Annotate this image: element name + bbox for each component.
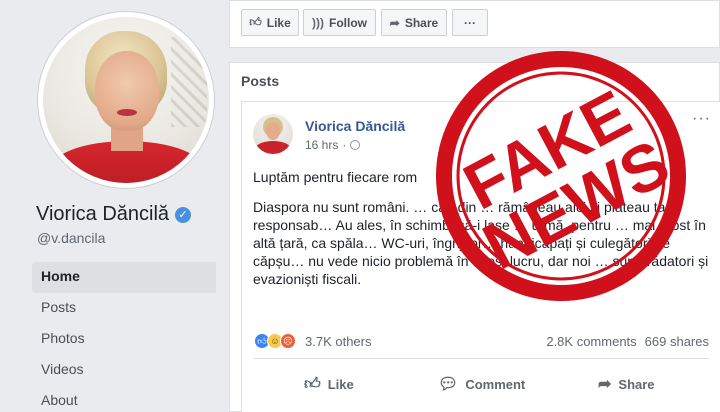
page-action-bar: 👍︎ Like ))) Follow ➦ Share ···: [229, 0, 720, 48]
follow-label: Follow: [329, 15, 367, 30]
page-handle[interactable]: @v.dancila: [37, 230, 105, 246]
post-share-label: Share: [618, 376, 655, 392]
page-share-label: Share: [404, 15, 439, 30]
page-like-button[interactable]: 👍︎ Like: [241, 9, 299, 36]
photo-face: [95, 51, 159, 131]
page-share-button[interactable]: ➦ Share: [381, 9, 447, 36]
nav-item-posts[interactable]: Posts: [32, 293, 216, 324]
nav-item-home[interactable]: Home: [32, 262, 216, 293]
post-like-label: Like: [327, 376, 354, 392]
post-options-button[interactable]: ···: [692, 110, 711, 128]
page-name-text[interactable]: Viorica Dăncilă: [36, 203, 169, 226]
post-comment-label: Comment: [465, 376, 526, 392]
engagement-counts: 2.8K comments 669 shares: [546, 334, 709, 349]
reaction-count[interactable]: 3.7K others: [305, 334, 372, 349]
photo-background-pattern: [171, 37, 207, 127]
profile-picture[interactable]: [38, 12, 214, 188]
avatar-dress: [255, 141, 291, 154]
post-author-avatar[interactable]: [253, 114, 293, 154]
share-arrow-icon: ➦: [598, 376, 612, 393]
photo-lips: [117, 109, 137, 116]
nav-item-photos[interactable]: Photos: [32, 324, 216, 355]
more-options-button[interactable]: ···: [452, 9, 488, 36]
posts-section-title: Posts: [241, 73, 280, 89]
post-paragraph-1: Luptăm pentru fiecare rom: [253, 169, 418, 185]
page-like-label: Like: [266, 15, 291, 30]
post-card: Viorica Dăncilă 16 hrs · ··· Luptăm pent…: [241, 101, 720, 412]
page-name[interactable]: Viorica Dăncilă ✓: [36, 203, 192, 226]
posts-section: Posts Viorica Dăncilă 16 hrs · ··· Luptă…: [229, 62, 720, 412]
post-comment-button[interactable]: 💬︎ Comment: [438, 370, 525, 398]
post-author-name[interactable]: Viorica Dăncilă: [305, 118, 405, 134]
post-divider: [254, 358, 709, 359]
ellipsis-icon: ···: [464, 15, 476, 30]
profile-photo: [43, 17, 209, 183]
post-body: Luptăm pentru fiecare rom Diaspora nu su…: [253, 168, 713, 300]
post-share-button[interactable]: ➦ Share: [598, 370, 655, 398]
thumbs-up-icon: 👍︎: [249, 15, 262, 29]
avatar-face: [266, 122, 280, 140]
share-arrow-icon: ➦: [389, 15, 400, 30]
post-timestamp[interactable]: 16 hrs ·: [305, 138, 361, 152]
post-time-text[interactable]: 16 hrs: [305, 138, 338, 152]
angry-reaction-icon: ☹: [280, 333, 296, 349]
nav-item-about[interactable]: About: [32, 386, 216, 412]
globe-icon: [350, 140, 361, 150]
comments-count[interactable]: 2.8K comments: [546, 334, 636, 349]
verified-check-icon: ✓: [175, 206, 192, 223]
page-nav: Home Posts Photos Videos About: [32, 262, 216, 412]
nav-item-videos[interactable]: Videos: [32, 355, 216, 386]
post-paragraph-2: Diaspora nu sunt români. … cau din … răm…: [253, 199, 709, 287]
follow-button[interactable]: ))) Follow: [303, 9, 376, 36]
rss-icon: ))): [312, 15, 324, 30]
comment-bubble-icon: 💬︎: [438, 376, 459, 393]
shares-count[interactable]: 669 shares: [645, 334, 709, 349]
left-sidebar: Viorica Dăncilă ✓ @v.dancila Home Posts …: [0, 0, 228, 412]
thumbs-up-icon: 👍︎: [304, 375, 321, 393]
post-like-button[interactable]: 👍︎ Like: [304, 370, 354, 398]
reactions-summary[interactable]: 👍︎ ☺ ☹ 3.7K others: [254, 333, 372, 349]
